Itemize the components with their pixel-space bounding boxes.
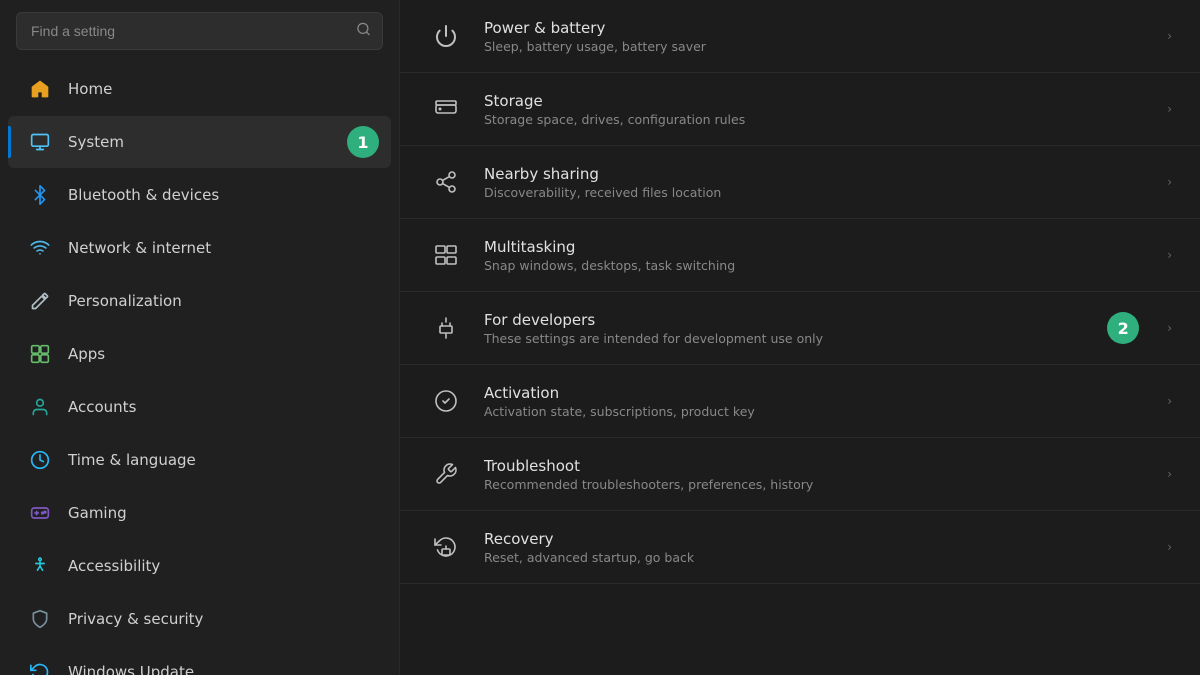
sidebar-item-gaming-label: Gaming — [68, 504, 127, 522]
main-content: Power & battery Sleep, battery usage, ba… — [400, 0, 1200, 675]
chevron-right-icon: › — [1167, 321, 1172, 335]
multitasking-title: Multitasking — [484, 238, 1147, 256]
chevron-right-icon: › — [1167, 394, 1172, 408]
chevron-right-icon: › — [1167, 29, 1172, 43]
search-input[interactable] — [16, 12, 383, 50]
chevron-right-icon: › — [1167, 102, 1172, 116]
setting-activation[interactable]: Activation Activation state, subscriptio… — [400, 365, 1200, 438]
sidebar-item-time[interactable]: Time & language — [8, 434, 391, 486]
sidebar-item-bluetooth[interactable]: Bluetooth & devices — [8, 169, 391, 221]
troubleshoot-subtitle: Recommended troubleshooters, preferences… — [484, 477, 1147, 492]
troubleshoot-text: Troubleshoot Recommended troubleshooters… — [484, 457, 1147, 492]
nav-list: Home System 1 Bluetooth & devices — [0, 62, 399, 675]
search-box[interactable] — [16, 12, 383, 50]
recovery-title: Recovery — [484, 530, 1147, 548]
sidebar-item-accounts-label: Accounts — [68, 398, 136, 416]
sidebar-item-network-label: Network & internet — [68, 239, 211, 257]
storage-text: Storage Storage space, drives, configura… — [484, 92, 1147, 127]
gaming-icon — [28, 501, 52, 525]
developers-text: For developers These settings are intend… — [484, 311, 1087, 346]
accessibility-icon — [28, 554, 52, 578]
chevron-right-icon: › — [1167, 175, 1172, 189]
brush-icon — [28, 289, 52, 313]
sidebar-item-update-label: Windows Update — [68, 663, 194, 675]
sidebar-item-home[interactable]: Home — [8, 63, 391, 115]
power-icon — [428, 18, 464, 54]
developers-icon — [428, 310, 464, 346]
sidebar-item-network[interactable]: Network & internet — [8, 222, 391, 274]
setting-nearby[interactable]: Nearby sharing Discoverability, received… — [400, 146, 1200, 219]
search-icon — [356, 22, 371, 41]
recovery-subtitle: Reset, advanced startup, go back — [484, 550, 1147, 565]
developers-title: For developers — [484, 311, 1087, 329]
multitasking-icon — [428, 237, 464, 273]
setting-power[interactable]: Power & battery Sleep, battery usage, ba… — [400, 0, 1200, 73]
chevron-right-icon: › — [1167, 467, 1172, 481]
home-icon — [28, 77, 52, 101]
sidebar-item-bluetooth-label: Bluetooth & devices — [68, 186, 219, 204]
sidebar-item-system-label: System — [68, 133, 124, 151]
setting-multitasking[interactable]: Multitasking Snap windows, desktops, tas… — [400, 219, 1200, 292]
troubleshoot-icon — [428, 456, 464, 492]
activation-title: Activation — [484, 384, 1147, 402]
sidebar-item-time-label: Time & language — [68, 451, 196, 469]
nearby-title: Nearby sharing — [484, 165, 1147, 183]
sidebar-item-privacy-label: Privacy & security — [68, 610, 203, 628]
activation-icon — [428, 383, 464, 419]
privacy-icon — [28, 607, 52, 631]
sidebar-item-system[interactable]: System 1 — [8, 116, 391, 168]
apps-icon — [28, 342, 52, 366]
setting-storage[interactable]: Storage Storage space, drives, configura… — [400, 73, 1200, 146]
nearby-icon — [428, 164, 464, 200]
chevron-right-icon: › — [1167, 248, 1172, 262]
network-icon — [28, 236, 52, 260]
recovery-text: Recovery Reset, advanced startup, go bac… — [484, 530, 1147, 565]
activation-text: Activation Activation state, subscriptio… — [484, 384, 1147, 419]
bluetooth-icon — [28, 183, 52, 207]
sidebar-item-update[interactable]: Windows Update — [8, 646, 391, 675]
setting-developers[interactable]: For developers These settings are intend… — [400, 292, 1200, 365]
time-icon — [28, 448, 52, 472]
multitasking-text: Multitasking Snap windows, desktops, tas… — [484, 238, 1147, 273]
system-icon — [28, 130, 52, 154]
sidebar: Home System 1 Bluetooth & devices — [0, 0, 400, 675]
recovery-icon — [428, 529, 464, 565]
activation-subtitle: Activation state, subscriptions, product… — [484, 404, 1147, 419]
storage-icon — [428, 91, 464, 127]
sidebar-item-apps-label: Apps — [68, 345, 105, 363]
storage-subtitle: Storage space, drives, configuration rul… — [484, 112, 1147, 127]
developers-badge: 2 — [1107, 312, 1139, 344]
multitasking-subtitle: Snap windows, desktops, task switching — [484, 258, 1147, 273]
sidebar-item-accessibility-label: Accessibility — [68, 557, 160, 575]
developers-subtitle: These settings are intended for developm… — [484, 331, 1087, 346]
sidebar-item-accessibility[interactable]: Accessibility — [8, 540, 391, 592]
system-badge: 1 — [347, 126, 379, 158]
chevron-right-icon: › — [1167, 540, 1172, 554]
storage-title: Storage — [484, 92, 1147, 110]
power-title: Power & battery — [484, 19, 1147, 37]
power-subtitle: Sleep, battery usage, battery saver — [484, 39, 1147, 54]
power-text: Power & battery Sleep, battery usage, ba… — [484, 19, 1147, 54]
sidebar-item-accounts[interactable]: Accounts — [8, 381, 391, 433]
update-icon — [28, 660, 52, 675]
sidebar-item-privacy[interactable]: Privacy & security — [8, 593, 391, 645]
sidebar-item-gaming[interactable]: Gaming — [8, 487, 391, 539]
setting-recovery[interactable]: Recovery Reset, advanced startup, go bac… — [400, 511, 1200, 584]
sidebar-item-apps[interactable]: Apps — [8, 328, 391, 380]
troubleshoot-title: Troubleshoot — [484, 457, 1147, 475]
sidebar-item-home-label: Home — [68, 80, 112, 98]
nearby-subtitle: Discoverability, received files location — [484, 185, 1147, 200]
sidebar-item-personalization-label: Personalization — [68, 292, 182, 310]
nearby-text: Nearby sharing Discoverability, received… — [484, 165, 1147, 200]
sidebar-item-personalization[interactable]: Personalization — [8, 275, 391, 327]
setting-troubleshoot[interactable]: Troubleshoot Recommended troubleshooters… — [400, 438, 1200, 511]
accounts-icon — [28, 395, 52, 419]
